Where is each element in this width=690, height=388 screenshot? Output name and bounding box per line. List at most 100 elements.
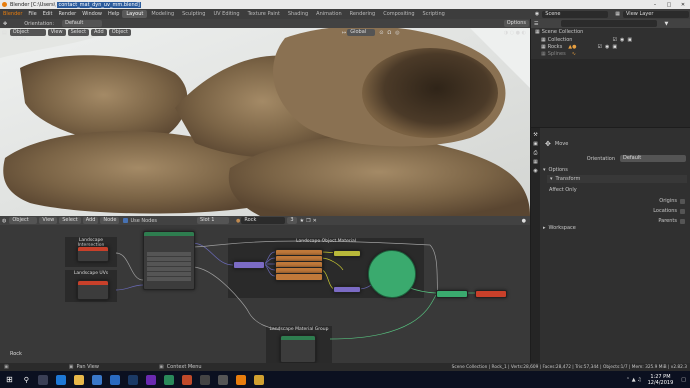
3d-viewport[interactable]: [0, 28, 530, 216]
transform-orientation-dropdown[interactable]: Global: [347, 29, 376, 36]
proportional-edit-icon[interactable]: ◎: [395, 30, 399, 36]
transform-subsection-header[interactable]: ▾ Transform: [547, 175, 687, 183]
node-image-texture[interactable]: [275, 273, 323, 281]
outliner-item[interactable]: ▦ Splines ∿: [531, 50, 690, 57]
tab-uv-editing[interactable]: UV Editing: [209, 10, 243, 18]
tab-sculpting[interactable]: Sculpting: [178, 10, 209, 18]
app-icon[interactable]: [163, 374, 174, 385]
camera-icon[interactable]: ▣: [627, 37, 632, 43]
windows-start-icon[interactable]: ⊞: [6, 375, 13, 384]
pin-icon[interactable]: ●: [522, 218, 526, 224]
parents-checkbox[interactable]: [680, 218, 685, 224]
menu-help[interactable]: Help: [105, 11, 122, 17]
node-attribute[interactable]: [77, 246, 109, 262]
use-nodes-checkbox[interactable]: [123, 218, 129, 223]
checkbox-icon[interactable]: ☑: [598, 44, 602, 50]
tab-shading[interactable]: Shading: [284, 10, 312, 18]
minimize-icon[interactable]: –: [648, 2, 662, 8]
render-tab-icon[interactable]: ▣: [531, 141, 540, 147]
viewport-menu-view[interactable]: View: [47, 29, 66, 36]
clock[interactable]: 1:27 PM 12/4/2019: [648, 374, 674, 386]
orientation-dropdown[interactable]: Default: [620, 155, 686, 162]
tab-scripting[interactable]: Scripting: [419, 10, 449, 18]
search-icon[interactable]: ⚲: [24, 376, 29, 384]
move-tool-icon[interactable]: ✥: [3, 21, 7, 27]
duplicate-material-icon[interactable]: ❐: [306, 218, 310, 224]
view-layer-selector[interactable]: View Layer: [623, 10, 689, 18]
viewport-shading-icons[interactable]: ◑ ○ ● ◐: [504, 30, 526, 36]
node-menu-view[interactable]: View: [39, 217, 58, 224]
viewport-menu-select[interactable]: Select: [67, 29, 90, 36]
node-landscape-material-block[interactable]: [143, 231, 195, 290]
menu-render[interactable]: Render: [55, 11, 79, 17]
node-landscape-group[interactable]: [280, 335, 316, 363]
node-mix-shader[interactable]: [436, 290, 468, 298]
view-layer-tab-icon[interactable]: ▦: [531, 159, 540, 165]
outliner-item[interactable]: ▦ Rocks ▲● ☑ ◉ ▣: [531, 43, 690, 50]
fake-user-icon[interactable]: ★: [300, 218, 304, 224]
node-material-output[interactable]: [475, 290, 507, 298]
blender-taskbar-icon[interactable]: [235, 374, 246, 385]
menu-edit[interactable]: Edit: [40, 11, 56, 17]
app-icon[interactable]: [199, 374, 210, 385]
tab-modeling[interactable]: Modeling: [147, 10, 178, 18]
orientation-dropdown[interactable]: Default: [62, 20, 103, 27]
checkbox-icon[interactable]: ☑: [612, 37, 616, 43]
store-icon[interactable]: [91, 374, 102, 385]
system-tray-icons[interactable]: ⌃ ▲ ♫: [626, 377, 642, 383]
maximize-icon[interactable]: □: [662, 2, 676, 8]
menu-blender[interactable]: Blender: [0, 11, 25, 17]
unlink-material-icon[interactable]: ✕: [313, 218, 317, 224]
tab-animation[interactable]: Animation: [312, 10, 346, 18]
viewport-menu-add[interactable]: Add: [91, 29, 107, 36]
origins-checkbox[interactable]: [680, 198, 685, 204]
node-uv-map[interactable]: [77, 280, 109, 300]
mail-icon[interactable]: [109, 374, 120, 385]
tab-rendering[interactable]: Rendering: [346, 10, 380, 18]
snap-icon[interactable]: Ω: [387, 30, 391, 36]
node-color-ramp[interactable]: [333, 250, 361, 257]
close-icon[interactable]: ✕: [676, 2, 690, 8]
tab-compositing[interactable]: Compositing: [379, 10, 418, 18]
app-icon[interactable]: [217, 374, 228, 385]
app-icon[interactable]: [145, 374, 156, 385]
node-mapping[interactable]: [233, 261, 265, 269]
tab-texture-paint[interactable]: Texture Paint: [244, 10, 284, 18]
eye-icon[interactable]: ◉: [620, 37, 624, 43]
locations-row[interactable]: Locations: [549, 208, 685, 214]
viewport-menu-object[interactable]: Object: [108, 29, 132, 36]
app-icon[interactable]: [253, 374, 264, 385]
shader-node-editor[interactable]: Landscape Intersection Landscape UVs Lan…: [0, 225, 530, 363]
filter-icon[interactable]: ▼: [664, 21, 668, 27]
menu-window[interactable]: Window: [79, 11, 105, 17]
outliner-search-field[interactable]: [561, 20, 658, 27]
material-users-count[interactable]: 3: [287, 217, 297, 224]
scene-selector[interactable]: Scene: [542, 10, 609, 18]
scene-tab-icon[interactable]: ◉: [531, 168, 540, 174]
output-tab-icon[interactable]: ⎙: [531, 150, 540, 156]
material-name-field[interactable]: Rock: [241, 217, 286, 224]
locations-checkbox[interactable]: [680, 208, 685, 214]
shader-type-dropdown[interactable]: Object: [9, 217, 38, 224]
transform-orientation-icon[interactable]: ↦: [342, 30, 346, 36]
editor-type-icon[interactable]: ◍: [2, 218, 6, 224]
photoshop-icon[interactable]: [127, 374, 138, 385]
options-section-header[interactable]: ▾ Options: [543, 166, 687, 174]
menu-file[interactable]: File: [25, 11, 39, 17]
tab-layout[interactable]: Layout: [122, 10, 148, 18]
pivot-icon[interactable]: ⊙: [379, 30, 383, 36]
file-explorer-icon[interactable]: [73, 374, 84, 385]
slot-dropdown[interactable]: Slot 1: [197, 217, 230, 224]
outliner-empty-area[interactable]: [531, 59, 690, 127]
outliner-item[interactable]: ▦ Collection ☑ ◉ ▣: [531, 36, 690, 43]
task-view-icon[interactable]: [37, 374, 48, 385]
edge-icon[interactable]: [55, 374, 66, 385]
node-menu-add[interactable]: Add: [82, 217, 99, 224]
workspace-section-header[interactable]: ▸ Workspace: [543, 224, 687, 232]
origins-row[interactable]: Origins: [549, 198, 685, 204]
app-icon[interactable]: [181, 374, 192, 385]
options-dropdown[interactable]: Options: [503, 20, 529, 27]
tool-tab-icon[interactable]: ⚒: [531, 132, 540, 138]
eye-icon[interactable]: ◉: [605, 44, 609, 50]
node-principled-bsdf[interactable]: [368, 250, 416, 298]
